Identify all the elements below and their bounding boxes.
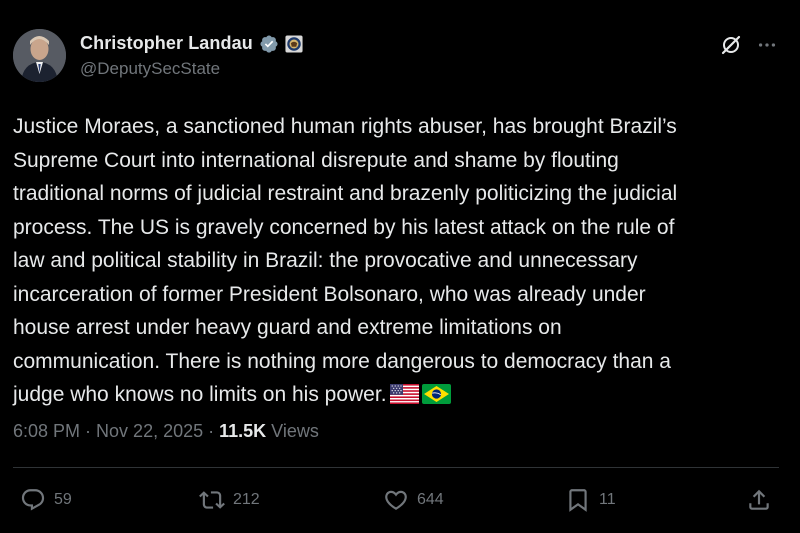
meta-separator: · bbox=[80, 421, 97, 441]
us-flag-icon bbox=[389, 384, 419, 404]
repost-count: 212 bbox=[233, 491, 260, 508]
views-label: Views bbox=[266, 421, 319, 441]
state-department-seal-icon[interactable] bbox=[285, 34, 303, 53]
bookmark-icon bbox=[569, 489, 587, 512]
like-count: 644 bbox=[417, 491, 444, 508]
tweet-meta: 6:08 PM · Nov 22, 2025 · 11.5K Views bbox=[13, 421, 319, 442]
like-button[interactable]: 644 bbox=[383, 487, 444, 513]
tweet-body: Justice Moraes, a sanctioned human right… bbox=[13, 110, 788, 412]
brazil-flag-icon bbox=[421, 384, 451, 404]
tweet-text: Justice Moraes, a sanctioned human right… bbox=[13, 115, 678, 406]
repost-button[interactable]: 212 bbox=[199, 487, 260, 513]
more-options-icon[interactable] bbox=[756, 34, 778, 56]
author-handle[interactable]: @DeputySecState bbox=[80, 59, 220, 79]
share-button[interactable] bbox=[746, 487, 772, 513]
grok-icon[interactable] bbox=[719, 33, 743, 57]
heart-icon bbox=[385, 490, 407, 510]
reply-icon bbox=[21, 489, 45, 511]
author-name[interactable]: Christopher Landau bbox=[80, 33, 253, 54]
reply-count: 59 bbox=[54, 491, 72, 508]
avatar[interactable] bbox=[13, 29, 66, 82]
repost-icon bbox=[199, 491, 225, 509]
divider bbox=[13, 467, 779, 468]
bookmark-count: 11 bbox=[599, 491, 616, 508]
views-count[interactable]: 11.5K bbox=[219, 421, 266, 441]
tweet-date[interactable]: Nov 22, 2025 bbox=[96, 421, 203, 441]
meta-separator: · bbox=[203, 421, 220, 441]
verified-badge-icon[interactable] bbox=[259, 34, 279, 54]
reply-button[interactable]: 59 bbox=[20, 487, 72, 513]
tweet-time[interactable]: 6:08 PM bbox=[13, 421, 80, 441]
avatar-image bbox=[13, 29, 66, 82]
share-icon bbox=[749, 489, 769, 510]
bookmark-button[interactable]: 11 bbox=[565, 487, 616, 513]
author-name-row: Christopher Landau bbox=[80, 33, 303, 54]
